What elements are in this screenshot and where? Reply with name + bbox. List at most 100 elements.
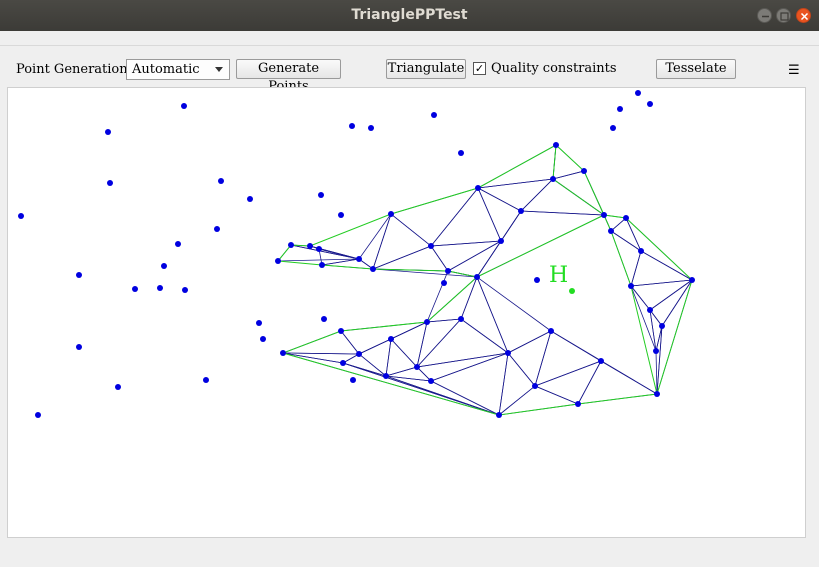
mesh-vertex <box>689 277 695 283</box>
input-point <box>76 344 82 350</box>
mesh-vertex <box>356 256 362 262</box>
mesh-vertex <box>428 378 434 384</box>
mesh-triangle <box>476 210 522 278</box>
mesh-triangle <box>429 352 509 416</box>
mesh-vertex <box>575 401 581 407</box>
input-point <box>350 377 356 383</box>
input-point <box>218 178 224 184</box>
mesh-triangle <box>372 213 432 270</box>
mesh-vertex <box>518 208 524 214</box>
mesh-triangle <box>630 279 694 311</box>
mesh-vertex <box>319 262 325 268</box>
input-point <box>256 320 262 326</box>
mesh-triangle <box>282 330 360 355</box>
mesh-triangle <box>290 244 360 260</box>
mesh-vertex <box>475 185 481 191</box>
mesh-triangle <box>534 330 602 387</box>
boundary-edge <box>277 144 693 416</box>
input-point <box>260 336 266 342</box>
mesh-vertex <box>275 258 281 264</box>
mesh-vertex <box>340 360 346 366</box>
quality-constraints-label: Quality constraints <box>491 61 617 76</box>
mesh-vertex <box>388 336 394 342</box>
point-generation-value: Automatic <box>132 62 200 77</box>
mesh-vertex <box>414 364 420 370</box>
mesh-vertex <box>647 307 653 313</box>
mesh-vertex <box>474 274 480 280</box>
input-point <box>157 285 163 291</box>
minimize-button[interactable] <box>757 8 772 23</box>
mesh-vertex <box>654 391 660 397</box>
mesh-triangle <box>649 309 663 352</box>
mesh-triangle <box>372 245 449 272</box>
mesh-vertex <box>638 248 644 254</box>
input-point <box>368 125 374 131</box>
mesh-triangle <box>497 385 580 416</box>
toolbar: Point Generation Automatic Generate Poin… <box>0 46 819 94</box>
input-point <box>203 377 209 383</box>
point-generation-select[interactable]: Automatic <box>126 59 230 80</box>
input-point <box>349 123 355 129</box>
app-window: TrianglePPTest Point Generation Automati… <box>0 0 819 567</box>
mesh-triangle <box>520 178 606 216</box>
triangulation-view: H <box>18 90 695 418</box>
hole-marker-point <box>569 288 575 294</box>
maximize-icon <box>780 12 789 21</box>
input-point <box>321 316 327 322</box>
input-point <box>617 106 623 112</box>
mesh-vertex <box>505 350 511 356</box>
mesh-vertex <box>498 238 504 244</box>
input-point <box>247 196 253 202</box>
input-point <box>431 112 437 118</box>
mesh-vertex <box>316 246 322 252</box>
point-generation-label: Point Generation <box>16 62 128 77</box>
mesh-triangle <box>460 275 509 355</box>
input-point <box>161 263 167 269</box>
triangulate-button[interactable]: Triangulate <box>386 59 466 79</box>
mesh-triangle <box>430 240 502 272</box>
drawing-canvas[interactable]: H <box>7 87 806 538</box>
input-point <box>534 277 540 283</box>
mesh-triangle <box>415 318 510 368</box>
mesh-vertex <box>307 243 313 249</box>
input-point <box>76 272 82 278</box>
mesh-vertex <box>496 412 502 418</box>
mesh-triangle <box>610 217 642 253</box>
mesh-vertex <box>458 316 464 322</box>
quality-constraints-checkbox[interactable]: ✓ <box>473 62 486 75</box>
mesh-vertex <box>370 266 376 272</box>
generate-points-button[interactable]: Generate Points <box>236 59 341 94</box>
mesh-vertex <box>383 373 389 379</box>
mesh-triangle <box>390 187 480 247</box>
mesh-vertex <box>550 176 556 182</box>
title-bar: TrianglePPTest <box>0 0 819 32</box>
mesh-vertex <box>548 328 554 334</box>
hole-marker-label: H <box>549 263 568 288</box>
mesh-vertex <box>388 211 394 217</box>
mesh-triangle <box>649 279 693 327</box>
mesh-triangle <box>416 352 509 382</box>
input-point <box>107 180 113 186</box>
close-button[interactable] <box>796 8 811 23</box>
mesh-vertex <box>445 268 451 274</box>
close-icon <box>800 12 809 21</box>
mesh-triangle <box>476 275 552 354</box>
mesh-triangle <box>358 213 392 270</box>
boundary-edge <box>476 214 605 278</box>
mesh-vertex <box>581 168 587 174</box>
input-point <box>105 129 111 135</box>
mesh-vertex <box>628 283 634 289</box>
mesh-vertex <box>653 348 659 354</box>
mesh-vertex <box>659 323 665 329</box>
hamburger-icon[interactable]: ☰ <box>788 63 800 78</box>
input-point <box>635 90 641 96</box>
maximize-button[interactable] <box>776 8 791 23</box>
mesh-vertex <box>288 242 294 248</box>
input-point <box>181 103 187 109</box>
input-point <box>132 286 138 292</box>
mesh-triangle <box>552 144 585 180</box>
tesselate-button[interactable]: Tesselate <box>656 59 736 79</box>
chevron-down-icon <box>215 67 223 72</box>
mesh-vertex <box>598 358 604 364</box>
boundary-edge <box>552 144 605 216</box>
